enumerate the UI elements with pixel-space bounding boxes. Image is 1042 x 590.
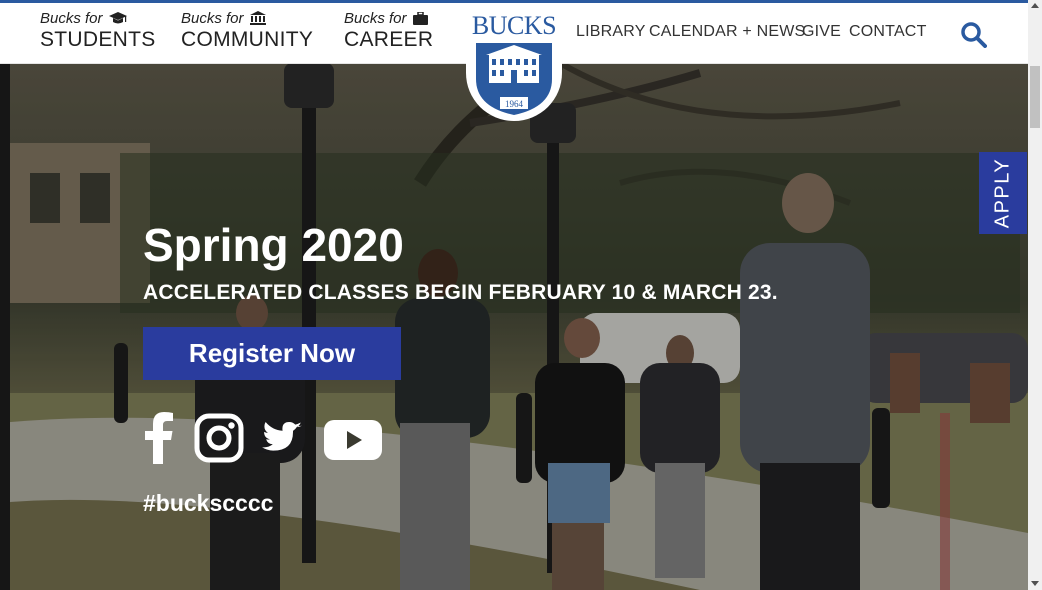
nav-students-label: STUDENTS (40, 28, 156, 51)
nav-students-prefix: Bucks for (40, 9, 103, 27)
scroll-down-arrow-icon[interactable] (1031, 581, 1039, 586)
instagram-icon (194, 413, 244, 463)
nav-contact[interactable]: CONTACT (849, 23, 927, 41)
nav-calendar-news[interactable]: CALENDAR + NEWS (649, 23, 805, 41)
apply-tab-label: APPLY (991, 157, 1014, 229)
twitter-icon (262, 422, 302, 451)
facebook-icon (145, 412, 173, 464)
youtube-icon (324, 420, 382, 460)
college-logo[interactable]: BUCKS 1964 (466, 3, 562, 121)
nav-community-label: COMMUNITY (181, 28, 314, 51)
search-icon (961, 22, 987, 48)
briefcase-icon (412, 11, 428, 25)
nav-career-prefix: Bucks for (344, 9, 407, 27)
search-button[interactable] (960, 21, 987, 53)
apply-tab[interactable]: APPLY (979, 152, 1027, 234)
nav-students[interactable]: Bucks for STUDENTS (40, 8, 156, 52)
hero-headline: Spring 2020 (143, 219, 404, 271)
twitter-link[interactable] (259, 417, 307, 462)
hashtag: #buckscccc (143, 490, 274, 516)
nav-library[interactable]: LIBRARY (576, 23, 646, 41)
scroll-up-arrow-icon[interactable] (1031, 3, 1039, 8)
nav-community[interactable]: Bucks for COMMUNITY (181, 8, 313, 52)
nav-community-prefix: Bucks for (181, 9, 244, 27)
nav-give[interactable]: GIVE (802, 23, 841, 41)
hero-banner: Spring 2020 ACCELERATED CLASSES BEGIN FE… (0, 63, 1028, 590)
institution-icon (249, 11, 266, 25)
hero-subline: ACCELERATED CLASSES BEGIN FEBRUARY 10 & … (143, 281, 778, 304)
facebook-link[interactable] (143, 412, 175, 469)
logo-wordmark: BUCKS (471, 11, 557, 40)
youtube-link[interactable] (324, 420, 382, 465)
register-now-button[interactable]: Register Now (143, 327, 401, 380)
graduation-cap-icon (108, 11, 127, 23)
logo-year: 1964 (505, 99, 523, 109)
scrollbar-thumb[interactable] (1030, 66, 1040, 128)
instagram-link[interactable] (194, 413, 244, 468)
nav-career-label: CAREER (344, 28, 434, 51)
nav-career[interactable]: Bucks for CAREER (344, 8, 433, 52)
